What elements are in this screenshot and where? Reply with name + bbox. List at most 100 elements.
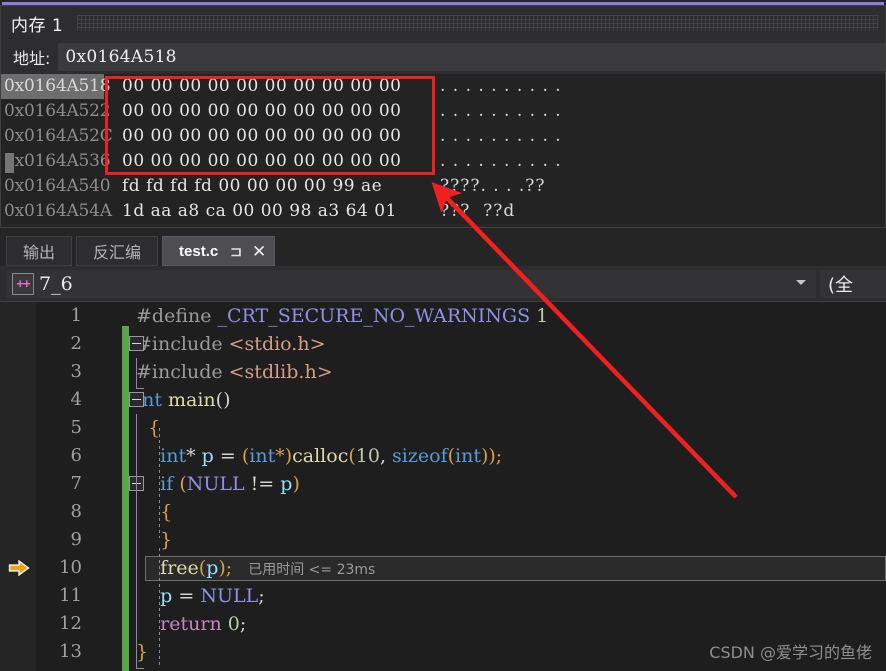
execution-pointer-icon	[8, 559, 30, 577]
code-token: (	[179, 473, 187, 495]
code-token: p	[280, 473, 293, 495]
code-token: main	[168, 389, 216, 411]
code-editor[interactable]: 1 #define _CRT_SECURE_NO_WARNINGS 1 2 #incl…	[0, 302, 886, 671]
hex-row-bytes[interactable]: 00 00 00 00 00 00 00 00 00 00	[104, 149, 434, 174]
code-token: return	[160, 613, 228, 635]
code-token: 10	[355, 445, 380, 467]
hex-row-address: 0x0164A536	[4, 151, 111, 171]
line-number: 11	[59, 585, 82, 606]
watermark-label: CSDN @爱学习的鱼佬	[709, 643, 872, 662]
hex-row[interactable]: 0x0164A522 00 00 00 00 00 00 00 00 00 00.…	[1, 99, 885, 124]
code-token: =	[213, 445, 242, 467]
code-line[interactable]: 9 }	[0, 526, 886, 554]
hex-row-bytes[interactable]: fd fd fd fd 00 00 00 00 99 ae	[104, 174, 434, 199]
hex-row-ascii: ??? ??d	[440, 201, 516, 221]
hex-row-ascii: . . . . . . . . . .	[440, 76, 562, 96]
hex-row-bytes[interactable]: 1d aa a8 ca 00 00 98 a3 64 01	[104, 199, 434, 224]
code-line[interactable]: 12 return 0;	[0, 610, 886, 638]
project-name-label: 7_6	[39, 272, 73, 295]
code-token: ));	[480, 445, 503, 467]
indent-guide	[136, 492, 137, 667]
code-line[interactable]: 3 #include <stdlib.h>	[0, 358, 886, 386]
tab-disassembly[interactable]: 反汇编	[76, 236, 159, 266]
code-token: (	[348, 445, 356, 467]
hex-row-address: 0x0164A54A	[4, 201, 112, 221]
line-number: 1	[70, 305, 82, 326]
code-line[interactable]: 6 int* p = (int*)calloc(10, sizeof(int))…	[0, 442, 886, 470]
code-token: NULL	[186, 473, 245, 495]
code-token: *)	[275, 445, 293, 467]
hex-row-ascii: . . . . . . . . . .	[440, 151, 562, 171]
code-line[interactable]: 10 free(p); 已用时间 <= 23ms	[0, 554, 886, 582]
code-line[interactable]: 8 {	[0, 498, 886, 526]
hex-row-address: 0x0164A522	[4, 101, 111, 121]
hex-row[interactable]: 0x0164A54A 1d aa a8 ca 00 00 98 a3 64 01?…	[1, 199, 885, 224]
code-token: <stdio.h>	[228, 333, 326, 355]
code-line-text: int* p = (int*)calloc(10, sizeof(int));	[136, 442, 502, 470]
address-input[interactable]: 0x0164A518	[58, 43, 885, 71]
line-number: 5	[70, 417, 82, 438]
code-token: NULL	[200, 585, 259, 607]
memory-address-bar: 地址: 0x0164A518	[1, 40, 885, 74]
code-line-text: #define _CRT_SECURE_NO_WARNINGS 1	[136, 302, 548, 330]
fold-bracket-end-main	[136, 654, 144, 669]
code-line[interactable]: 5 {	[0, 414, 886, 442]
code-token: p	[201, 445, 214, 467]
elapsed-time-adornment: 已用时间 <= 23ms	[248, 562, 376, 578]
tab-output-label: 输出	[23, 243, 56, 262]
tab-output[interactable]: 输出	[6, 236, 73, 266]
code-line[interactable]: 11 p = NULL;	[0, 582, 886, 610]
code-token: {	[136, 501, 173, 523]
code-token: #include	[136, 333, 229, 355]
hex-row-ascii: . . . . . . . . . .	[440, 101, 562, 121]
code-token: {	[136, 417, 161, 439]
scope-value-label: (全	[828, 274, 854, 296]
hex-row-address: 0x0164A518	[1, 74, 111, 99]
drag-grip-icon[interactable]	[77, 15, 879, 31]
code-line[interactable]: 1 #define _CRT_SECURE_NO_WARNINGS 1	[0, 302, 886, 330]
hex-row[interactable]: 0x0164A52C 00 00 00 00 00 00 00 00 00 00.…	[1, 124, 885, 149]
hex-row[interactable]: 0x0164A540 fd fd fd fd 00 00 00 00 99 ae?…	[1, 174, 885, 199]
cpp-project-icon: ++	[12, 272, 34, 295]
memory-window-titlebar: 内存 1	[1, 6, 885, 40]
fold-toggle-main[interactable]	[129, 392, 144, 407]
code-line-text: {	[136, 498, 172, 526]
code-token: if	[160, 473, 180, 495]
code-token: p	[206, 557, 219, 579]
code-token: ;	[258, 585, 265, 607]
hex-row-bytes[interactable]: 00 00 00 00 00 00 00 00 00 00	[104, 74, 434, 99]
line-number: 6	[70, 445, 82, 466]
code-token: calloc	[292, 445, 349, 467]
code-token: _CRT_SECURE_NO_WARNINGS	[217, 305, 537, 327]
code-line-text: }	[136, 526, 172, 554]
code-line-text: return 0;	[136, 610, 246, 638]
pin-icon[interactable]: ⊐	[230, 244, 242, 258]
hex-row-bytes[interactable]: 00 00 00 00 00 00 00 00 00 00	[104, 99, 434, 124]
code-line-text: {	[136, 414, 160, 442]
code-line-text: if (NULL != p)	[136, 470, 300, 498]
scope-dropdown[interactable]: (全	[820, 269, 886, 298]
chevron-down-icon[interactable]	[796, 279, 806, 285]
code-token: #include	[136, 361, 229, 383]
tab-test-c[interactable]: test.c ⊐ ✕	[162, 236, 276, 266]
code-token: 0	[227, 613, 240, 635]
close-icon[interactable]: ✕	[252, 243, 266, 260]
code-token: (	[447, 445, 456, 467]
code-token: #define	[136, 305, 218, 327]
hex-row-address: 0x0164A540	[4, 176, 111, 196]
hex-row[interactable]: 0x0164A536 00 00 00 00 00 00 00 00 00 00.…	[1, 149, 885, 174]
project-dropdown[interactable]: ++ 7_6	[6, 269, 816, 298]
code-token: ()	[215, 389, 231, 411]
code-line-text: free(p); 已用时间 <= 23ms	[136, 554, 375, 584]
hex-row[interactable]: 0x0164A518 00 00 00 00 00 00 00 00 00 00.…	[1, 74, 885, 99]
fold-toggle-include[interactable]	[129, 336, 144, 351]
line-number: 4	[70, 389, 82, 410]
hex-dump-pane[interactable]: 0x0164A518 00 00 00 00 00 00 00 00 00 00.…	[1, 74, 885, 224]
code-token: int	[249, 445, 276, 467]
code-line-text: #include <stdio.h>	[136, 330, 326, 358]
hex-row-bytes[interactable]: 00 00 00 00 00 00 00 00 00 00	[104, 124, 434, 149]
line-number: 2	[70, 333, 82, 354]
line-number: 9	[70, 529, 82, 550]
